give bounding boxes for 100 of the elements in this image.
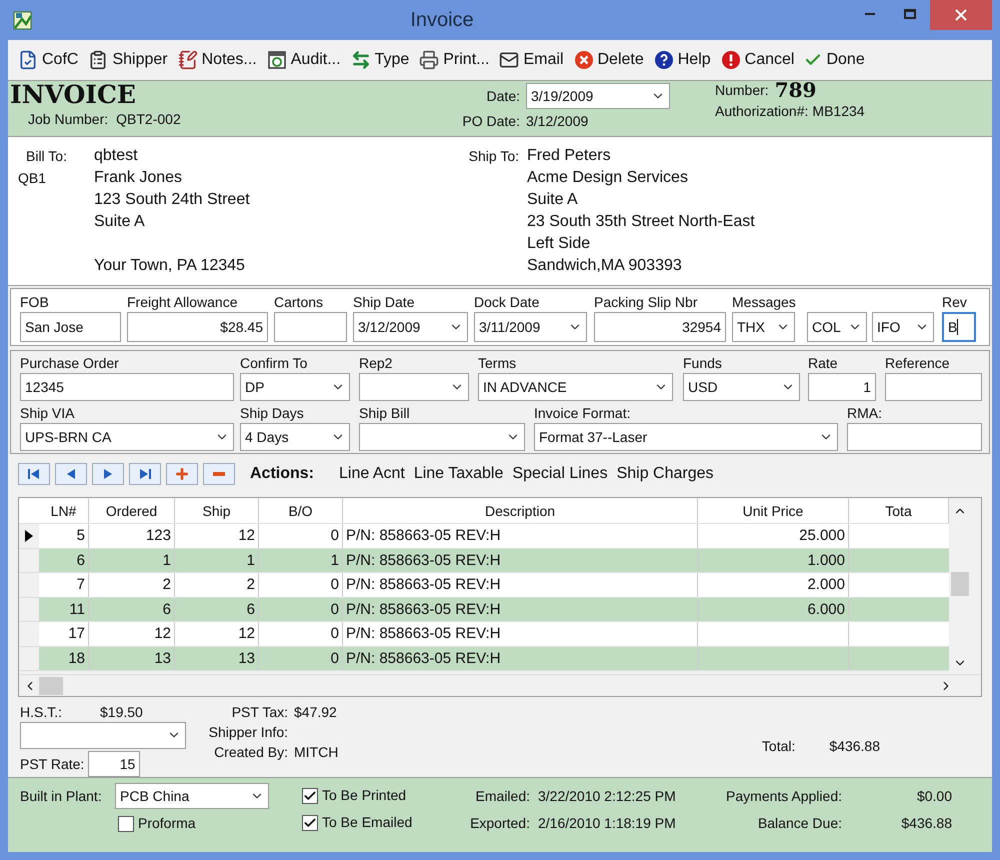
toolbar-button[interactable]: Notes...	[178, 48, 257, 72]
action-link[interactable]: Line Taxable	[414, 462, 504, 486]
table-row[interactable]: 17 12 12 0 P/N: 858663-05 REV:H	[19, 622, 949, 646]
text-field[interactable]: $28.45	[127, 312, 268, 342]
dropdown[interactable]: USD	[683, 373, 800, 401]
checkbox[interactable]	[118, 816, 134, 832]
dropdown[interactable]: IFO	[872, 312, 934, 342]
app-icon	[12, 9, 34, 31]
field-value: $0.00	[916, 787, 952, 806]
dropdown[interactable]: THX	[732, 312, 795, 342]
table-cell: 0	[259, 646, 343, 670]
field-value: MITCH	[294, 743, 338, 762]
field-label: Authorization#:	[715, 102, 808, 121]
column-header[interactable]: B/O	[259, 498, 343, 523]
toolbar-button[interactable]: Audit...	[266, 48, 341, 72]
dropdown[interactable]: UPS-BRN CA	[20, 423, 234, 451]
toolbar-button[interactable]: Type	[350, 48, 410, 72]
checkbox-label: Proforma	[138, 814, 196, 833]
table-row[interactable]: 5 123 12 0 P/N: 858663-05 REV:H 25.000	[19, 524, 949, 548]
close-button[interactable]	[930, 0, 992, 30]
dropdown[interactable]: COL	[807, 312, 867, 342]
dropdown[interactable]	[20, 722, 186, 749]
dropdown[interactable]: Format 37--Laser	[534, 423, 838, 451]
table-row[interactable]: 18 13 13 0 P/N: 858663-05 REV:H	[19, 646, 949, 671]
checkbox[interactable]	[302, 814, 318, 830]
table-cell: 18	[39, 646, 89, 670]
table-cell: 1.000	[698, 548, 849, 572]
table-row[interactable]: 6 1 1 1 P/N: 858663-05 REV:H 1.000	[19, 548, 949, 573]
field-label: Cartons	[274, 293, 324, 312]
add-line-button[interactable]	[166, 463, 198, 485]
table-cell: 0	[259, 573, 343, 596]
scroll-thumb[interactable]	[951, 572, 969, 596]
dropdown[interactable]: PCB China	[115, 783, 269, 809]
field-label: Date:	[486, 86, 520, 106]
previous-record-button[interactable]	[55, 463, 87, 485]
toolbar-button[interactable]: Email	[499, 48, 564, 72]
actions-label: Actions:	[250, 464, 314, 484]
dropdown[interactable]: DP	[240, 373, 350, 401]
field-label: Purchase Order	[20, 354, 120, 373]
dropdown[interactable]: 3/19/2009	[526, 83, 670, 109]
table-cell: 7	[39, 573, 89, 596]
toolbar-button[interactable]: Delete	[574, 48, 644, 72]
action-link[interactable]: Special Lines	[512, 462, 608, 486]
field-label: Job Number:	[28, 110, 108, 129]
dropdown[interactable]	[359, 373, 469, 401]
toolbar-button[interactable]: Shipper	[88, 48, 168, 72]
table-cell: 1	[89, 548, 175, 572]
dropdown[interactable]: 3/12/2009	[353, 312, 468, 342]
remove-line-button[interactable]	[203, 463, 235, 485]
field-label: Funds	[683, 354, 723, 373]
table-cell: P/N: 858663-05 REV:H	[343, 548, 698, 572]
checkbox[interactable]	[302, 788, 318, 804]
text-field[interactable]: 1	[808, 373, 876, 401]
plus-icon	[174, 466, 190, 482]
next-record-button[interactable]	[92, 463, 124, 485]
text-field[interactable]: B	[942, 312, 976, 342]
text-field[interactable]	[885, 373, 982, 401]
column-header[interactable]: Unit Price	[698, 498, 849, 523]
action-link[interactable]: Ship Charges	[616, 462, 714, 486]
column-header[interactable]: Ship	[175, 498, 259, 523]
text-field[interactable]: San Jose	[20, 312, 121, 342]
text-field[interactable]: 32954	[594, 312, 726, 342]
customer-code: QB1	[18, 169, 48, 188]
column-header[interactable]: LN#	[39, 498, 89, 523]
field-label: Ship VIA	[20, 404, 76, 423]
toolbar-button[interactable]: Print...	[419, 48, 490, 72]
field-label: Number:	[715, 81, 769, 100]
table-cell: 2.000	[698, 573, 849, 596]
column-header[interactable]: Ordered	[89, 498, 175, 523]
dropdown[interactable]: 3/11/2009	[474, 312, 587, 342]
text-field[interactable]: 12345	[20, 373, 234, 401]
text-field[interactable]	[847, 423, 982, 451]
toolbar-button[interactable]: Done	[804, 48, 865, 72]
field-label: Rate	[808, 354, 839, 373]
field-value: 3/12/2009	[526, 112, 588, 131]
last-record-button[interactable]	[129, 463, 161, 485]
table-row[interactable]: 7 2 2 0 P/N: 858663-05 REV:H 2.000	[19, 573, 949, 598]
first-record-button[interactable]	[18, 463, 50, 485]
table-row[interactable]: 11 6 6 0 P/N: 858663-05 REV:H 6.000	[19, 598, 949, 622]
field-label: Messages	[732, 293, 795, 312]
dropdown[interactable]	[359, 423, 525, 451]
minus-icon	[213, 472, 225, 476]
field-label: Terms	[478, 354, 518, 373]
toolbar-button[interactable]: Help	[654, 48, 711, 72]
horizontal-scrollbar[interactable]	[19, 674, 981, 696]
text-field[interactable]	[274, 312, 347, 342]
action-link[interactable]: Line Acnt	[339, 462, 405, 486]
dropdown[interactable]: 4 Days	[240, 423, 350, 451]
toolbar-button[interactable]: CofC	[18, 48, 78, 72]
address-line: Frank Jones	[94, 168, 184, 188]
envelope-icon	[499, 50, 520, 70]
text-field[interactable]: 15	[88, 751, 140, 777]
column-header[interactable]: Description	[343, 498, 698, 523]
address-line: 123 South 24th Street	[94, 190, 251, 210]
invoice-number: 789	[774, 79, 816, 101]
address-line: Sandwich,MA 903393	[527, 256, 683, 276]
toolbar-button[interactable]: Cancel	[720, 48, 794, 72]
field-label: Total:	[762, 737, 796, 756]
scroll-thumb[interactable]	[39, 676, 63, 694]
dropdown[interactable]: IN ADVANCE	[478, 373, 673, 401]
